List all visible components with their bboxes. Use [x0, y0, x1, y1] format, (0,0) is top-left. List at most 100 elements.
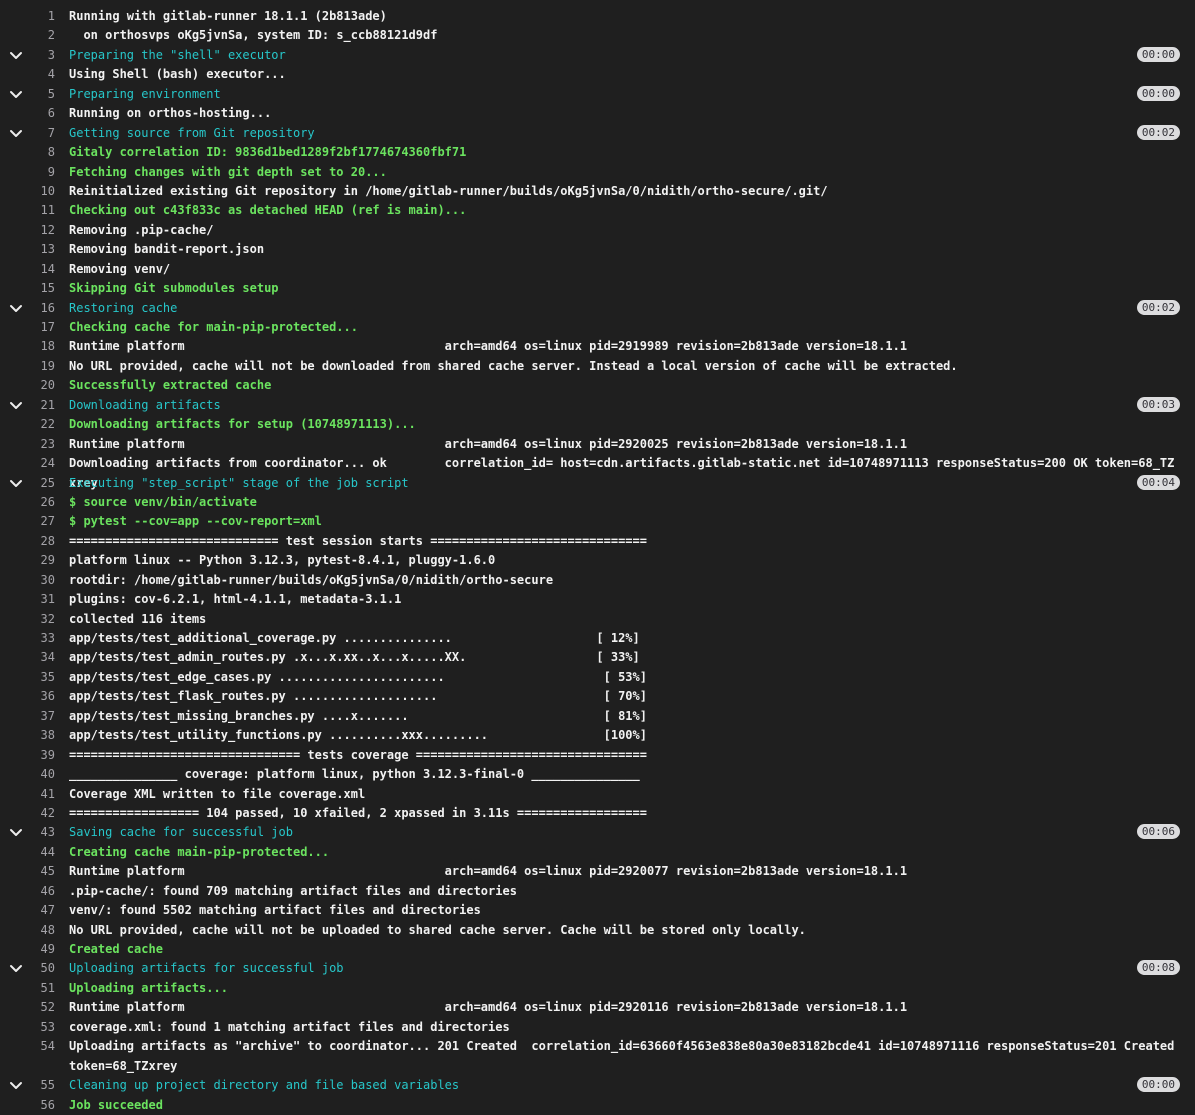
- line-number[interactable]: 48: [0, 921, 55, 940]
- log-section-header[interactable]: 25 Executing "step_script" stage of the j…: [0, 474, 1195, 493]
- line-number[interactable]: 36: [0, 687, 55, 706]
- line-number[interactable]: 5: [0, 85, 55, 104]
- line-number[interactable]: 42: [0, 804, 55, 823]
- line-number[interactable]: 30: [0, 571, 55, 590]
- line-number[interactable]: 4: [0, 65, 55, 84]
- line-number[interactable]: 22: [0, 415, 55, 434]
- log-line: 38 app/tests/test_utility_functions.py ..…: [0, 726, 1195, 745]
- log-text: Gitaly correlation ID: 9836d1bed1289f2bf…: [69, 145, 467, 160]
- log-line: 1 Running with gitlab-runner 18.1.1 (2b81…: [0, 7, 1195, 26]
- log-text: $ source venv/bin/activate: [69, 494, 257, 509]
- log-line: 40 _______________ coverage: platform lin…: [0, 765, 1195, 784]
- line-number[interactable]: 52: [0, 998, 55, 1017]
- log-line: 49 Created cache: [0, 940, 1195, 959]
- line-number[interactable]: 53: [0, 1018, 55, 1037]
- line-number[interactable]: 35: [0, 668, 55, 687]
- log-line: 30 rootdir: /home/gitlab-runner/builds/oK…: [0, 571, 1195, 590]
- line-number[interactable]: 46: [0, 882, 55, 901]
- log-line: 9 Fetching changes with git depth set to …: [0, 163, 1195, 182]
- line-number[interactable]: 26: [0, 493, 55, 512]
- line-number[interactable]: 55: [0, 1076, 55, 1095]
- line-number[interactable]: 17: [0, 318, 55, 337]
- line-number[interactable]: 54: [0, 1037, 55, 1056]
- log-line: 32 collected 116 items: [0, 610, 1195, 629]
- log-line: 17 Checking cache for main-pip-protected.…: [0, 318, 1195, 337]
- line-number[interactable]: 39: [0, 746, 55, 765]
- log-text: plugins: cov-6.2.1, html-4.1.1, metadata…: [69, 592, 402, 607]
- log-line: 10 Reinitialized existing Git repository …: [0, 182, 1195, 201]
- log-line: 37 app/tests/test_missing_branches.py ...…: [0, 707, 1195, 726]
- line-number[interactable]: 50: [0, 959, 55, 978]
- line-number[interactable]: 51: [0, 979, 55, 998]
- line-number[interactable]: 12: [0, 221, 55, 240]
- log-section-header[interactable]: 16 Restoring cache 00:02: [0, 299, 1195, 318]
- line-number[interactable]: 2: [0, 26, 55, 45]
- log-line: 11 Checking out c43f833c as detached HEAD…: [0, 201, 1195, 220]
- line-number[interactable]: 19: [0, 357, 55, 376]
- log-section-header[interactable]: 55 Cleaning up project directory and file…: [0, 1076, 1195, 1095]
- line-number[interactable]: 49: [0, 940, 55, 959]
- line-number[interactable]: 20: [0, 376, 55, 395]
- line-number[interactable]: 3: [0, 46, 55, 65]
- log-line: 20 Successfully extracted cache: [0, 376, 1195, 395]
- log-section-header[interactable]: 7 Getting source from Git repository 00:02: [0, 124, 1195, 143]
- section-title: Restoring cache: [69, 300, 178, 315]
- log-line: 15 Skipping Git submodules setup: [0, 279, 1195, 298]
- log-line: 26 $ source venv/bin/activate: [0, 493, 1195, 512]
- line-number[interactable]: 9: [0, 163, 55, 182]
- log-line: 13 Removing bandit-report.json: [0, 240, 1195, 259]
- line-number[interactable]: 32: [0, 610, 55, 629]
- log-line: 41 Coverage XML written to file coverage.…: [0, 785, 1195, 804]
- line-number[interactable]: 56: [0, 1096, 55, 1115]
- log-line: 42 ================== 104 passed, 10 xfai…: [0, 804, 1195, 823]
- line-number[interactable]: 25: [0, 474, 55, 493]
- log-line: 51 Uploading artifacts...: [0, 979, 1195, 998]
- line-number[interactable]: 47: [0, 901, 55, 920]
- line-number[interactable]: 13: [0, 240, 55, 259]
- line-number[interactable]: 24: [0, 454, 55, 473]
- line-number[interactable]: 45: [0, 862, 55, 881]
- log-text: app/tests/test_additional_coverage.py ..…: [69, 631, 640, 645]
- log-section-header[interactable]: 3 Preparing the "shell" executor 00:00: [0, 46, 1195, 65]
- line-number[interactable]: 1: [0, 7, 55, 26]
- log-text: No URL provided, cache will not be uploa…: [69, 922, 806, 937]
- line-number[interactable]: 34: [0, 648, 55, 667]
- line-number[interactable]: 23: [0, 435, 55, 454]
- line-number[interactable]: 29: [0, 551, 55, 570]
- log-line: 39 ================================ tests…: [0, 746, 1195, 765]
- line-number[interactable]: 40: [0, 765, 55, 784]
- log-section-header[interactable]: 21 Downloading artifacts 00:03: [0, 396, 1195, 415]
- log-line: 27 $ pytest --cov=app --cov-report=xml: [0, 512, 1195, 531]
- line-number[interactable]: 41: [0, 785, 55, 804]
- line-number[interactable]: 16: [0, 299, 55, 318]
- log-text: Job succeeded: [69, 1097, 163, 1112]
- line-number[interactable]: 43: [0, 823, 55, 842]
- line-number[interactable]: 31: [0, 590, 55, 609]
- log-text: Runtime platform arch=amd64 os=linux pid…: [69, 1000, 908, 1015]
- log-section-header[interactable]: 43 Saving cache for successful job 00:06: [0, 823, 1195, 842]
- section-title: Preparing environment: [69, 86, 221, 101]
- line-number[interactable]: 6: [0, 104, 55, 123]
- log-section-header[interactable]: 50 Uploading artifacts for successful job…: [0, 959, 1195, 978]
- log-line: 19 No URL provided, cache will not be dow…: [0, 357, 1195, 376]
- log-line: 4 Using Shell (bash) executor...: [0, 65, 1195, 84]
- log-section-header[interactable]: 5 Preparing environment 00:00: [0, 85, 1195, 104]
- line-number[interactable]: 33: [0, 629, 55, 648]
- job-log: 1 Running with gitlab-runner 18.1.1 (2b81…: [0, 0, 1195, 1115]
- line-number[interactable]: 15: [0, 279, 55, 298]
- line-number[interactable]: 10: [0, 182, 55, 201]
- line-number[interactable]: 44: [0, 843, 55, 862]
- log-text: Reinitialized existing Git repository in…: [69, 183, 828, 198]
- line-number[interactable]: 27: [0, 512, 55, 531]
- line-number[interactable]: 7: [0, 124, 55, 143]
- line-number[interactable]: 21: [0, 396, 55, 415]
- log-line: 53 coverage.xml: found 1 matching artifac…: [0, 1018, 1195, 1037]
- line-number[interactable]: 11: [0, 201, 55, 220]
- line-number[interactable]: 8: [0, 143, 55, 162]
- line-number[interactable]: 14: [0, 260, 55, 279]
- line-number[interactable]: 37: [0, 707, 55, 726]
- section-title: Uploading artifacts for successful job: [69, 961, 344, 976]
- line-number[interactable]: 38: [0, 726, 55, 745]
- line-number[interactable]: 28: [0, 532, 55, 551]
- line-number[interactable]: 18: [0, 337, 55, 356]
